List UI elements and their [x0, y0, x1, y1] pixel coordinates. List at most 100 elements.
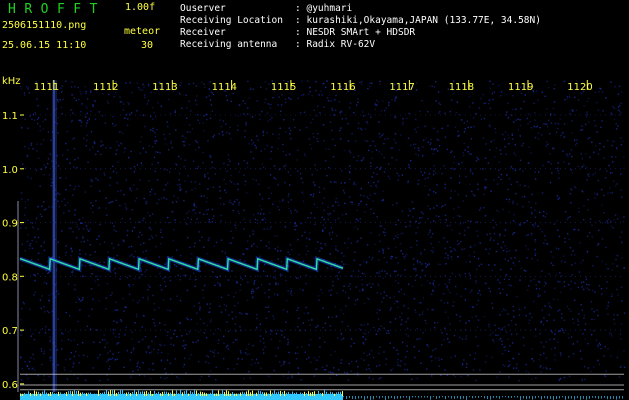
band-spike	[322, 392, 323, 396]
band-spike	[150, 390, 151, 396]
band-quiet	[571, 396, 572, 399]
band-spike	[44, 390, 45, 396]
band-quiet	[424, 396, 425, 398]
band-quiet	[523, 396, 524, 399]
band-quiet	[451, 396, 452, 399]
band-quiet	[469, 396, 470, 398]
band-quiet	[496, 396, 497, 398]
band-spike	[172, 390, 173, 396]
band-spike	[62, 393, 63, 396]
band-spike	[144, 391, 145, 396]
band-spike	[324, 390, 325, 396]
band-spike	[278, 391, 279, 396]
band-spike	[270, 390, 271, 396]
band-spike	[262, 391, 263, 396]
band-spike	[70, 390, 71, 396]
band-spike	[136, 391, 137, 396]
band-spike	[266, 392, 267, 396]
band-quiet	[574, 396, 575, 400]
band-quiet	[385, 396, 386, 400]
band-spike	[112, 390, 113, 396]
band-spike	[342, 391, 343, 396]
band-spike	[316, 393, 317, 396]
band-quiet	[448, 396, 449, 398]
band-spike	[64, 393, 65, 396]
band-quiet	[484, 396, 485, 399]
band-spike	[158, 391, 159, 396]
band-spike	[24, 392, 25, 396]
band-spike	[340, 391, 341, 396]
band-spike	[156, 392, 157, 396]
band-spike	[228, 391, 229, 396]
band-quiet	[541, 396, 542, 400]
band-quiet	[370, 396, 371, 400]
band-spike	[184, 391, 185, 396]
band-spike	[336, 392, 337, 396]
band-spike	[54, 393, 55, 396]
band-quiet	[568, 396, 569, 399]
band-quiet	[502, 396, 503, 398]
band-spike	[338, 391, 339, 396]
band-spike	[256, 392, 257, 396]
band-spike	[74, 390, 75, 396]
x-tick-label-1117: 1117	[389, 82, 414, 93]
band-quiet	[463, 396, 464, 399]
band-spike	[326, 391, 327, 396]
x-tick-label-1112: 1112	[93, 82, 118, 93]
band-spike	[236, 393, 237, 396]
band-quiet	[481, 396, 482, 397]
band-spike	[202, 392, 203, 396]
band-quiet	[403, 396, 404, 398]
band-spike	[264, 392, 265, 396]
band-quiet	[547, 396, 548, 399]
band-quiet	[604, 396, 605, 398]
band-spike	[246, 391, 247, 396]
band-quiet	[430, 396, 431, 400]
carrier-bars	[52, 80, 57, 392]
band-spike	[34, 390, 35, 396]
band-quiet	[421, 396, 422, 398]
band-quiet	[415, 396, 416, 398]
band-quiet	[409, 396, 410, 400]
x-tick-label-1111: 1111	[34, 82, 59, 93]
band-quiet	[616, 396, 617, 400]
band-quiet	[475, 396, 476, 398]
band-spike	[320, 393, 321, 396]
band-spike	[28, 391, 29, 396]
x-tick-label-1118: 1118	[449, 82, 474, 93]
band-spike	[208, 393, 209, 396]
band-spike	[296, 392, 297, 396]
band-spike	[272, 392, 273, 396]
band-spike	[68, 391, 69, 396]
band-quiet	[457, 396, 458, 399]
band-quiet	[607, 396, 608, 400]
spectrogram: 1111 1112 1113 1114 1115 1116 1117 1118 1119 1120…	[2, 76, 626, 400]
band-quiet	[382, 396, 383, 398]
band-spike	[314, 391, 315, 396]
band-quiet	[529, 396, 530, 399]
band-spike	[308, 391, 309, 396]
band-quiet	[361, 396, 362, 399]
band-spike	[298, 394, 299, 396]
band-quiet	[406, 396, 407, 398]
carrier-bar-main	[52, 80, 56, 392]
band-spike	[102, 392, 103, 396]
band-spike	[238, 393, 239, 396]
band-quiet	[517, 396, 518, 398]
band-quiet	[562, 396, 563, 398]
band-spike	[114, 390, 115, 396]
bottom-band	[20, 390, 623, 400]
band-quiet	[412, 396, 413, 398]
band-quiet	[610, 396, 611, 400]
band-quiet	[460, 396, 461, 400]
band-quiet	[508, 396, 509, 398]
band-spike	[292, 391, 293, 396]
band-spike	[98, 390, 99, 396]
frequency-unit-label: kHz	[2, 76, 21, 87]
band-quiet	[472, 396, 473, 399]
band-spike	[260, 391, 261, 396]
band-spike	[104, 391, 105, 396]
band-spike	[96, 393, 97, 396]
band-spike	[250, 392, 251, 396]
band-quiet	[358, 396, 359, 399]
